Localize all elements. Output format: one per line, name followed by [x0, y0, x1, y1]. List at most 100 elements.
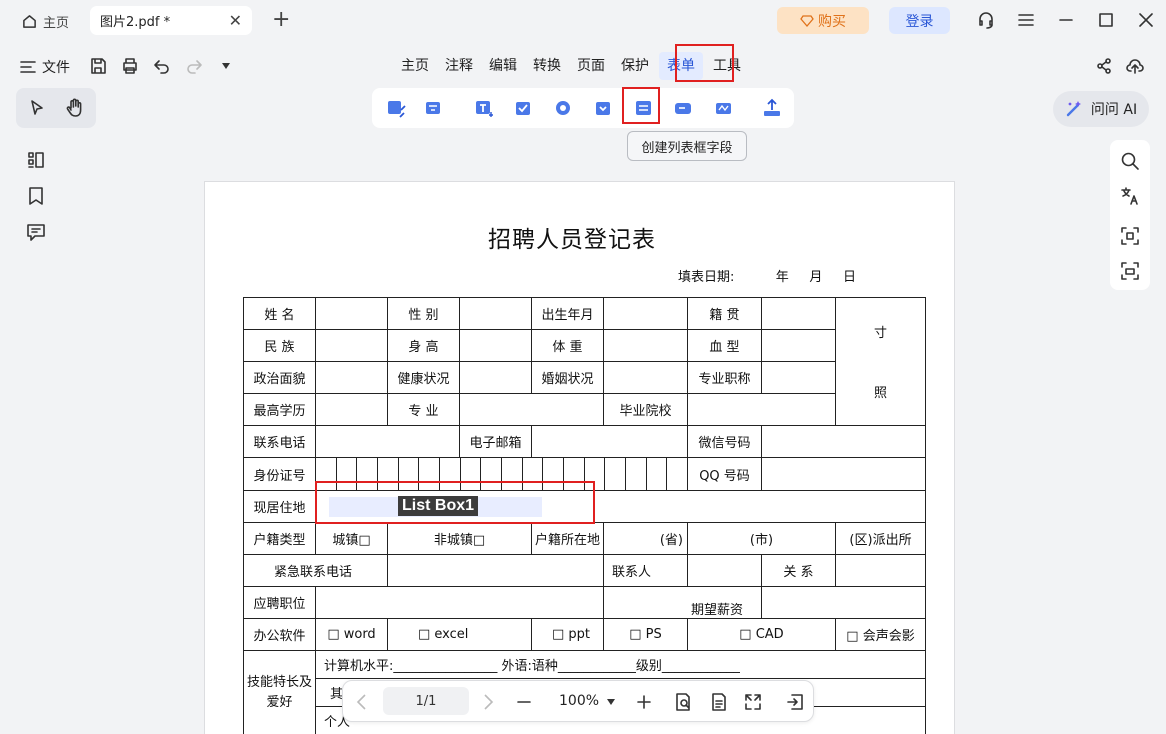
cell-blank[interactable]: [761, 329, 836, 362]
cell-option[interactable]: □ CAD: [687, 618, 836, 651]
computer-level-row[interactable]: 计算机水平:________________ 外语:语种____________…: [315, 650, 926, 679]
cloud-upload-icon[interactable]: [1126, 57, 1144, 75]
edit-form-icon[interactable]: [385, 98, 407, 118]
export-data-icon[interactable]: [761, 98, 783, 118]
single-page-icon[interactable]: [709, 692, 729, 712]
menu-icon[interactable]: [1016, 10, 1036, 30]
cell-blank[interactable]: [761, 361, 836, 394]
cell-blank[interactable]: [761, 297, 836, 330]
cell-blank[interactable]: [687, 393, 836, 426]
photo-label-zhao: 照: [873, 386, 887, 401]
menu-protect[interactable]: 保护: [613, 52, 657, 80]
undo-icon[interactable]: [153, 57, 171, 75]
zoom-out-icon[interactable]: [515, 693, 533, 711]
checkbox-field-icon[interactable]: [513, 98, 535, 118]
cell-option[interactable]: □ PS: [603, 618, 688, 651]
ask-ai-button[interactable]: 问问 AI: [1053, 91, 1149, 127]
combo-box-field-icon[interactable]: [593, 98, 615, 118]
zoom-level[interactable]: 100%: [559, 693, 599, 709]
cell-blank[interactable]: [761, 457, 926, 491]
cell-blank[interactable]: [315, 297, 388, 330]
tab-home[interactable]: 主页: [14, 8, 79, 34]
button-field-icon[interactable]: [673, 98, 695, 118]
cell-blank[interactable]: [315, 329, 388, 362]
cell-blank[interactable]: [603, 297, 688, 330]
comment-icon[interactable]: [26, 222, 46, 242]
recognize-form-icon[interactable]: [422, 98, 444, 118]
zoom-in-icon[interactable]: [635, 693, 653, 711]
menu-page[interactable]: 页面: [569, 52, 613, 80]
search-icon[interactable]: [1120, 151, 1140, 171]
cell-label: 应聘职位: [243, 586, 316, 619]
exit-read-mode-icon[interactable]: [785, 692, 805, 712]
cell-blank[interactable]: [459, 393, 604, 426]
save-icon[interactable]: [89, 57, 107, 75]
cell-blank[interactable]: [315, 586, 604, 619]
file-menu[interactable]: 文件: [20, 57, 70, 77]
hand-tool-icon[interactable]: [66, 98, 84, 118]
maximize-icon[interactable]: [1096, 10, 1116, 30]
translate-icon[interactable]: [1120, 186, 1140, 206]
minimize-icon[interactable]: [1056, 10, 1076, 30]
cell-blank[interactable]: [531, 425, 688, 458]
cell-blank[interactable]: [761, 425, 926, 458]
form-toolbar: [372, 88, 794, 128]
headset-icon[interactable]: [976, 10, 996, 30]
cell-blank[interactable]: [459, 361, 532, 394]
cell-option[interactable]: □ 会声会影: [835, 618, 926, 651]
radio-field-icon[interactable]: [553, 98, 575, 118]
text-field-icon[interactable]: [473, 98, 495, 118]
next-page-icon[interactable]: [481, 693, 495, 711]
cell-blank[interactable]: [387, 554, 604, 587]
cell-blank[interactable]: [459, 329, 532, 362]
zoom-dropdown-icon[interactable]: [607, 699, 615, 705]
photo-label-cun: 寸: [873, 326, 887, 341]
page-navigation-bar: 1/1 100%: [342, 680, 814, 722]
cell-blank[interactable]: [761, 586, 926, 619]
share-icon[interactable]: [1096, 58, 1112, 74]
cell-blank[interactable]: [835, 554, 926, 587]
fullscreen-icon[interactable]: [743, 692, 763, 712]
new-tab-button[interactable]: +: [272, 7, 290, 33]
cell-blank[interactable]: [315, 425, 460, 458]
tab-file[interactable]: 图片2.pdf * ✕: [90, 6, 252, 35]
prev-page-icon[interactable]: [355, 693, 369, 711]
cell-label: 专业职称: [687, 361, 762, 394]
cell-text: (省): [603, 522, 688, 555]
redo-icon[interactable]: [185, 57, 203, 75]
chevron-down-icon[interactable]: [221, 62, 231, 70]
cell-option[interactable]: 非城镇□: [387, 522, 532, 555]
page-number-input[interactable]: 1/1: [383, 687, 469, 715]
bookmark-icon[interactable]: [26, 186, 46, 206]
signature-field-icon[interactable]: [713, 98, 735, 118]
print-icon[interactable]: [121, 57, 139, 75]
menu-edit[interactable]: 编辑: [481, 52, 525, 80]
cell-blank[interactable]: [315, 393, 388, 426]
cell-option[interactable]: □ excel: [387, 618, 532, 651]
cell-blank[interactable]: [315, 361, 388, 394]
login-button[interactable]: 登录: [889, 7, 950, 34]
cell-blank[interactable]: [687, 554, 762, 587]
cell-option[interactable]: □ ppt: [531, 618, 604, 651]
menu-home[interactable]: 主页: [393, 52, 437, 80]
page-number-label: 1/1: [415, 693, 437, 709]
ocr-icon[interactable]: [1120, 226, 1140, 246]
buy-button[interactable]: 购买: [777, 7, 869, 34]
cell-label: 紧急联系电话: [243, 554, 388, 587]
select-cursor-icon[interactable]: [28, 99, 46, 117]
cell-option[interactable]: 城镇□: [315, 522, 388, 555]
cell-label: 出生年月: [531, 297, 604, 330]
screenshot-icon[interactable]: [1120, 261, 1140, 281]
cell-blank[interactable]: [603, 329, 688, 362]
fit-page-icon[interactable]: [673, 692, 693, 712]
close-tab-icon[interactable]: ✕: [229, 11, 242, 30]
thumbnail-icon[interactable]: [26, 150, 46, 170]
cell-label: 办公软件: [243, 618, 316, 651]
cell-label: QQ 号码: [687, 457, 762, 491]
menu-convert[interactable]: 转换: [525, 52, 569, 80]
cell-option[interactable]: □ word: [315, 618, 388, 651]
cell-blank[interactable]: [603, 361, 688, 394]
menu-annotate[interactable]: 注释: [437, 52, 481, 80]
cell-blank[interactable]: [459, 297, 532, 330]
close-window-icon[interactable]: [1136, 10, 1156, 30]
